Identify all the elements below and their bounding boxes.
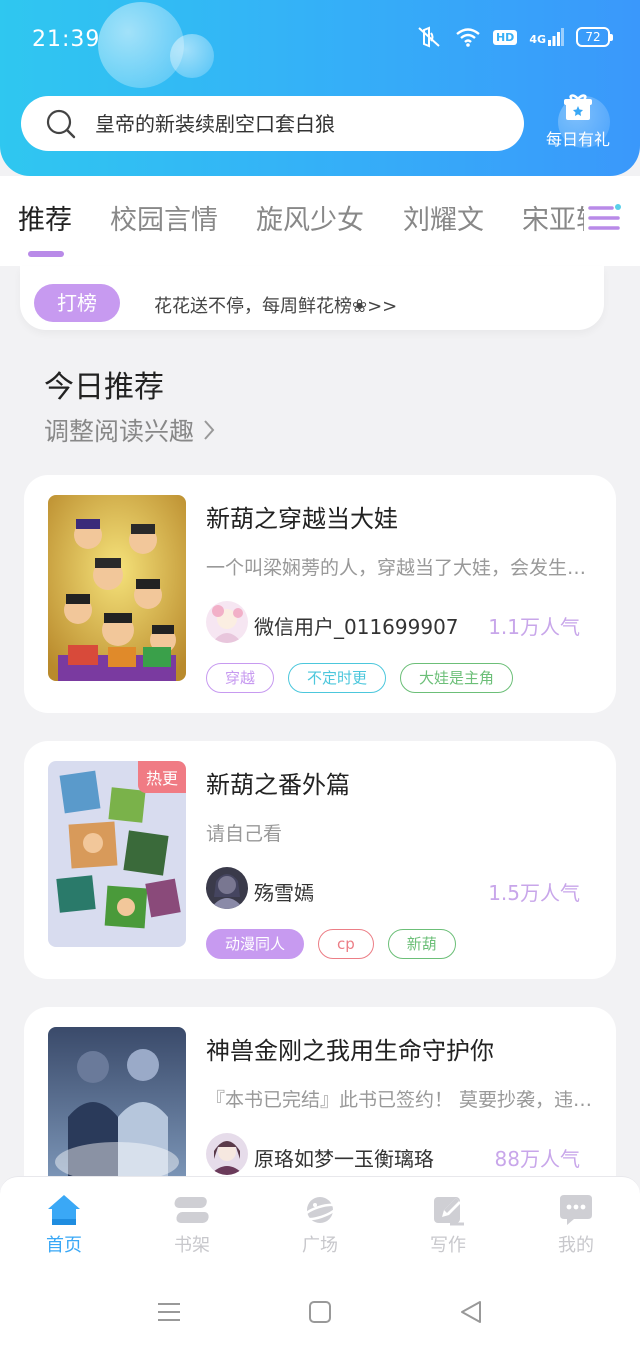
mute-vibrate-icon: [415, 26, 443, 48]
rank-text: 花花送不停，每周鲜花榜❀>>: [154, 296, 398, 317]
nav-square-label: 广场: [302, 1235, 338, 1256]
rank-badge: 打榜: [34, 284, 120, 322]
section-title: 今日推荐: [44, 370, 164, 405]
adjust-interest-label: 调整阅读兴趣: [44, 417, 195, 446]
book-cover-image: [48, 495, 186, 681]
ranking-banner[interactable]: 打榜 花花送不停，每周鲜花榜❀>>: [20, 266, 604, 330]
bottom-navigation: 首页 书架 广场 写作 我的: [0, 1176, 640, 1274]
book-tag[interactable]: cp: [318, 929, 374, 959]
bookshelf-icon: [174, 1197, 209, 1223]
nav-mine-label: 我的: [558, 1235, 594, 1256]
gift-icon: [564, 94, 592, 120]
decorative-bubble: [98, 2, 184, 88]
status-time: 21:39: [32, 27, 101, 52]
nav-write-label: 写作: [430, 1235, 466, 1256]
active-tab-indicator: [28, 251, 64, 257]
nav-bookshelf-label: 书架: [174, 1235, 210, 1256]
status-icons: HD 4G 72: [415, 26, 613, 48]
app-header: 21:39 HD 4G 72 每日有礼: [0, 0, 640, 176]
search-icon: [46, 109, 76, 138]
book-tag[interactable]: 穿越: [206, 663, 275, 693]
hot-update-badge: 热更: [137, 761, 186, 793]
pen-icon: [434, 1197, 464, 1226]
category-tabs: 推荐 校园言情 旋风少女 刘耀文 宋亚轩: [0, 176, 640, 266]
daily-gift-button[interactable]: 每日有礼: [540, 92, 616, 150]
book-tag[interactable]: 不定时更: [288, 663, 387, 693]
menu-icon[interactable]: [584, 198, 624, 238]
daily-gift-label: 每日有礼: [545, 130, 610, 149]
tab-liu-yaowen[interactable]: 刘耀文: [403, 198, 484, 237]
adjust-interest-link[interactable]: 调整阅读兴趣: [44, 412, 216, 448]
menu-lines-icon[interactable]: [156, 1300, 182, 1324]
chevron-right-icon: [204, 420, 215, 440]
book-tag[interactable]: 大娃是主角: [400, 663, 514, 693]
nav-home[interactable]: 首页: [0, 1177, 128, 1274]
book-tag[interactable]: 动漫同人: [206, 929, 305, 959]
tag-list: 穿越 不定时更 大娃是主角: [206, 663, 514, 693]
home-square-icon[interactable]: [308, 1300, 332, 1324]
system-navigation-bar: [0, 1274, 640, 1351]
back-triangle-icon[interactable]: [458, 1300, 484, 1324]
book-description: 请自己看: [206, 823, 283, 845]
popularity-count: 1.5万人气: [488, 881, 580, 905]
book-description: 一个叫梁娴蒡的人，穿越当了大娃，会发生什么事呢？: [206, 557, 598, 579]
nav-square[interactable]: 广场: [256, 1177, 384, 1274]
decorative-bubble: [170, 34, 214, 78]
author-avatar: [206, 601, 248, 643]
book-card[interactable]: 新葫之穿越当大娃 一个叫梁娴蒡的人，穿越当了大娃，会发生什么事呢？ 微信用户_0…: [24, 475, 616, 713]
wifi-icon: [455, 27, 481, 47]
hd-badge: HD: [492, 29, 518, 45]
nav-home-label: 首页: [46, 1235, 82, 1256]
book-card[interactable]: 热更 新葫之番外篇 请自己看 殇雪嫣 1.5万人气 动漫同人 cp 新葫: [24, 741, 616, 979]
search-bar[interactable]: [21, 96, 524, 151]
author-avatar: [206, 867, 248, 909]
author-avatar: [206, 1133, 248, 1175]
tag-list: 动漫同人 cp 新葫: [206, 929, 456, 959]
chat-bubble-icon: [560, 1195, 592, 1225]
popularity-count: 88万人气: [494, 1147, 580, 1171]
tab-campus-romance[interactable]: 校园言情: [110, 198, 218, 237]
book-title: 神兽金刚之我用生命守护你: [206, 1037, 494, 1065]
tab-whirlwind-girl[interactable]: 旋风少女: [256, 198, 364, 237]
nav-mine[interactable]: 我的: [512, 1177, 640, 1274]
author-name: 原珞如梦一玉衡璃珞: [254, 1147, 434, 1171]
search-input[interactable]: [95, 111, 475, 136]
signal-icon: 4G: [529, 28, 564, 46]
book-cover-image: 热更: [48, 761, 186, 947]
nav-bookshelf[interactable]: 书架: [128, 1177, 256, 1274]
author-name: 殇雪嫣: [254, 881, 314, 905]
book-description: 『本书已完结』此书已签约！ 莫要抄袭，违者必究: [206, 1089, 598, 1111]
planet-icon: [302, 1197, 338, 1223]
author-name: 微信用户_011699907: [254, 615, 459, 639]
tab-recommend[interactable]: 推荐: [18, 198, 72, 237]
popularity-count: 1.1万人气: [488, 615, 580, 639]
nav-write[interactable]: 写作: [384, 1177, 512, 1274]
book-title: 新葫之穿越当大娃: [206, 505, 398, 533]
battery-icon: 72: [576, 27, 613, 47]
book-title: 新葫之番外篇: [206, 771, 350, 799]
book-tag[interactable]: 新葫: [387, 929, 456, 959]
home-icon: [48, 1195, 80, 1225]
